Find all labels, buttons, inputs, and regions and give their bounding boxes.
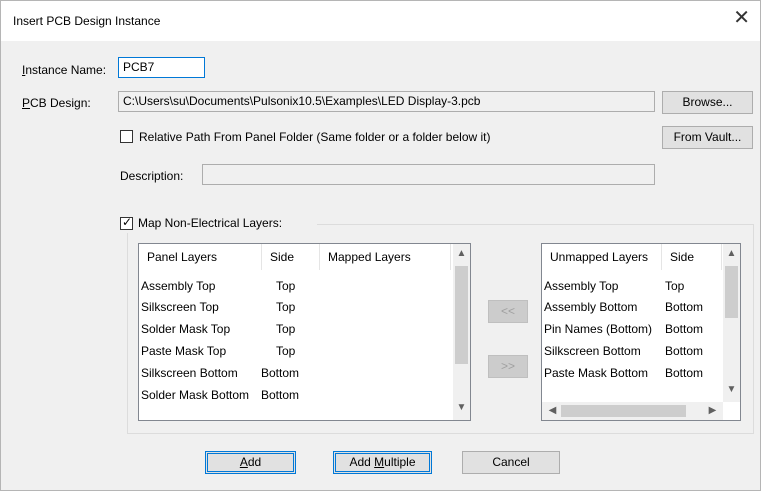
instance-name-label: Instance Name: (22, 63, 107, 77)
move-left-button[interactable]: << (488, 300, 528, 323)
cancel-button[interactable]: Cancel (462, 451, 560, 474)
scrollbar-thumb[interactable] (455, 266, 468, 364)
relative-path-checkbox[interactable] (120, 130, 133, 143)
description-field[interactable] (202, 164, 655, 185)
chevron-up-icon[interactable]: ▲ (453, 248, 470, 259)
close-icon[interactable]: ✕ (733, 8, 750, 28)
side-column-header[interactable]: Side (262, 244, 320, 270)
table-row[interactable]: Assembly Top Top (139, 277, 451, 296)
insert-pcb-dialog: Insert PCB Design Instance ✕ Instance Na… (0, 0, 761, 491)
map-layers-header: ✓ Map Non-Electrical Layers: (117, 213, 317, 233)
table-row[interactable]: Solder Mask Bottom Bottom (139, 386, 451, 405)
unmapped-layers-column-header[interactable]: Unmapped Layers (542, 244, 662, 270)
table-row[interactable]: Silkscreen Top Top (139, 298, 451, 317)
list-item[interactable]: Assembly Top Top (542, 277, 723, 296)
list-item[interactable]: Pin Names (Bottom) Bottom (542, 320, 723, 339)
add-multiple-button[interactable]: Add Multiple (333, 451, 432, 474)
relative-path-label: Relative Path From Panel Folder (Same fo… (139, 130, 491, 144)
check-icon: ✓ (122, 215, 133, 229)
list-item[interactable]: Silkscreen Bottom Bottom (542, 342, 723, 361)
list-item[interactable]: Assembly Bottom Bottom (542, 298, 723, 317)
unmapped-layers-vscrollbar[interactable]: ▲ ▼ (723, 244, 740, 402)
window-title: Insert PCB Design Instance (13, 14, 161, 28)
mapped-layers-column-header[interactable]: Mapped Layers (320, 244, 451, 270)
table-row[interactable]: Solder Mask Top Top (139, 320, 451, 339)
pcb-design-path-field[interactable]: C:\Users\su\Documents\Pulsonix10.5\Examp… (118, 91, 655, 112)
unmapped-layers-list[interactable]: Unmapped Layers Side Assembly Top Top As… (541, 243, 741, 421)
chevron-up-icon[interactable]: ▲ (723, 248, 740, 259)
move-right-button[interactable]: >> (488, 355, 528, 378)
scrollbar-thumb[interactable] (561, 405, 686, 417)
table-row[interactable]: Paste Mask Top Top (139, 342, 451, 361)
title-bar: Insert PCB Design Instance ✕ (1, 1, 760, 41)
panel-layers-scrollbar[interactable]: ▲ ▼ (453, 244, 470, 420)
panel-layers-list[interactable]: Panel Layers Side Mapped Layers Assembly… (138, 243, 471, 421)
unmapped-side-column-header[interactable]: Side (662, 244, 722, 270)
unmapped-layers-hscrollbar[interactable]: ◀ ▶ (542, 402, 723, 420)
description-label: Description: (120, 169, 184, 183)
add-button[interactable]: Add (205, 451, 296, 474)
browse-button[interactable]: Browse... (662, 91, 753, 114)
chevron-down-icon[interactable]: ▼ (453, 402, 470, 413)
from-vault-button[interactable]: From Vault... (662, 126, 753, 149)
map-layers-checkbox[interactable]: ✓ (120, 215, 133, 230)
instance-name-input[interactable]: PCB7 (118, 57, 205, 78)
pcb-design-label: PCB Design: (22, 96, 91, 110)
chevron-left-icon[interactable]: ◀ (544, 405, 561, 416)
chevron-down-icon[interactable]: ▼ (723, 384, 740, 395)
table-row[interactable]: Silkscreen Bottom Bottom (139, 364, 451, 383)
scrollbar-thumb[interactable] (725, 266, 738, 318)
map-layers-label: Map Non-Electrical Layers: (138, 216, 283, 230)
list-item[interactable]: Paste Mask Bottom Bottom (542, 364, 723, 383)
chevron-right-icon[interactable]: ▶ (704, 405, 721, 416)
panel-layers-column-header[interactable]: Panel Layers (139, 244, 262, 270)
